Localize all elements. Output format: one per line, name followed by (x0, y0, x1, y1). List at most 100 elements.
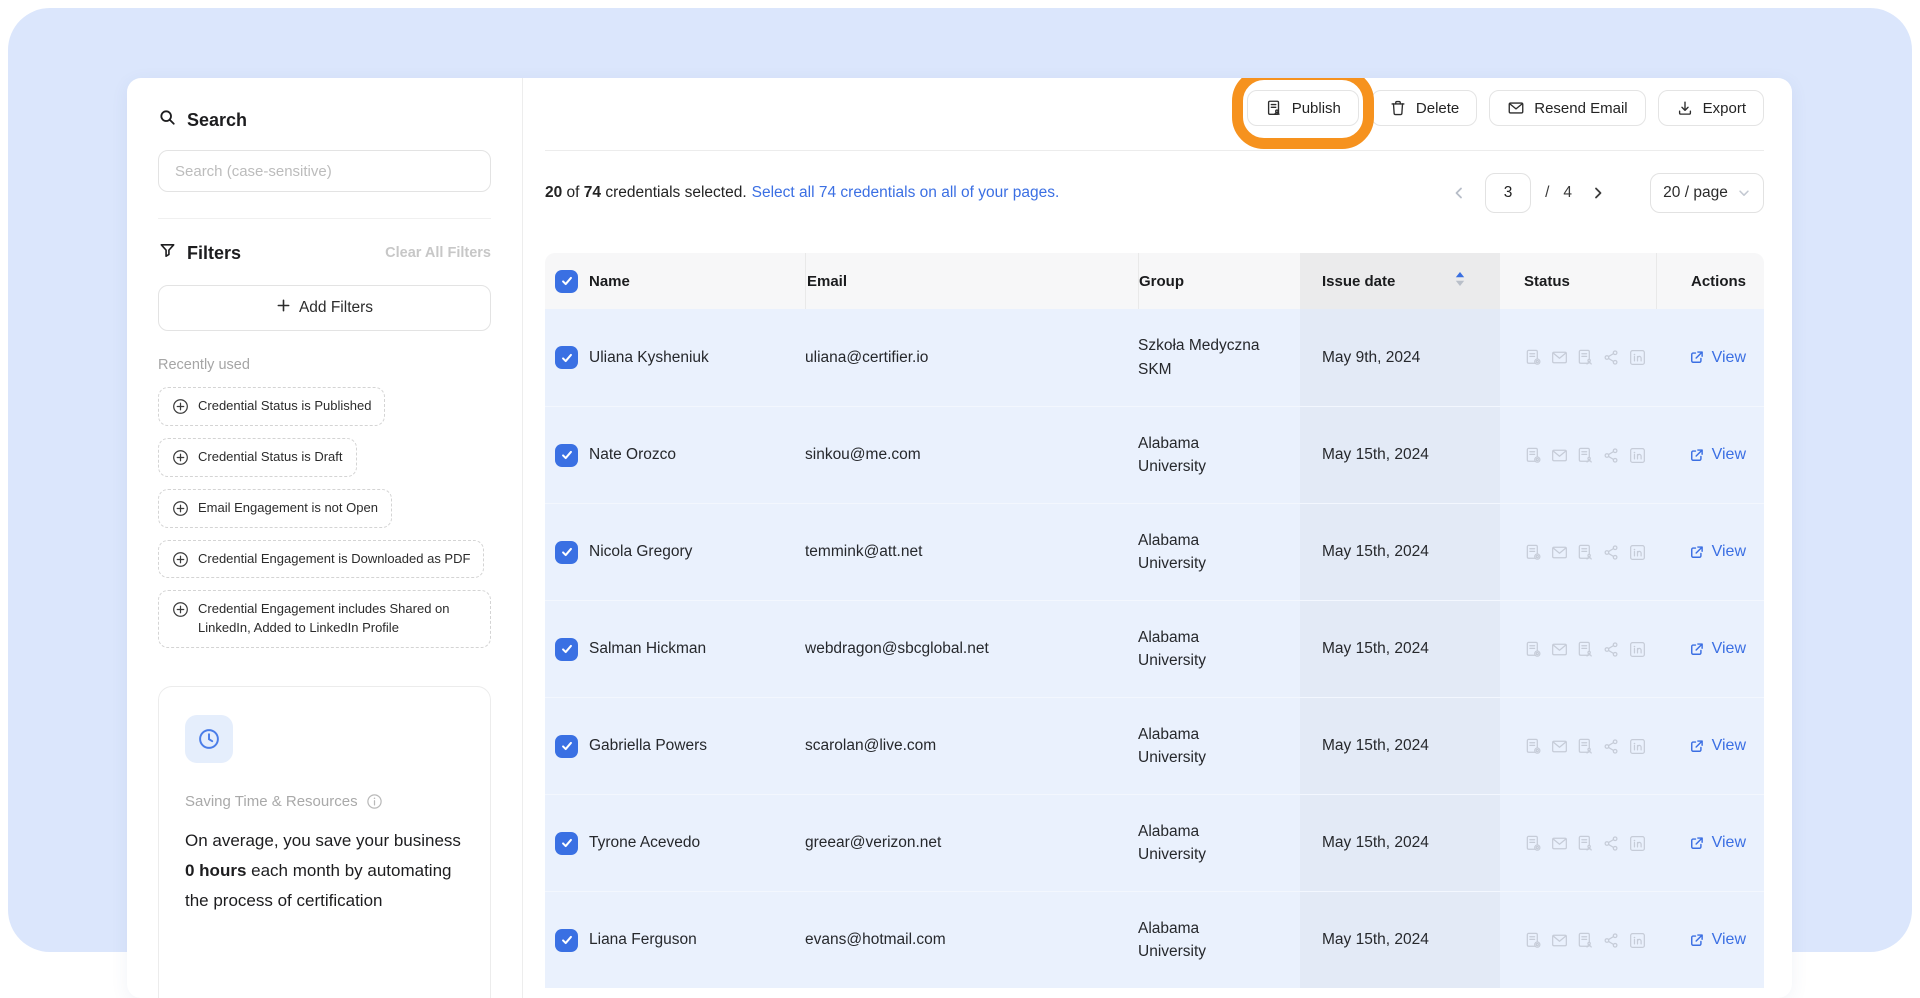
delete-button[interactable]: Delete (1371, 90, 1477, 126)
view-label: View (1712, 737, 1746, 755)
row-checkbox[interactable] (555, 541, 578, 564)
row-group: Alabama University (1138, 820, 1270, 867)
delete-label: Delete (1416, 100, 1459, 117)
linkedin-status-icon (1628, 834, 1647, 853)
row-email: uliana@certifier.io (805, 309, 1138, 406)
row-name: Nate Orozco (589, 407, 805, 503)
column-header-group[interactable]: Group (1138, 253, 1300, 309)
row-checkbox[interactable] (555, 832, 578, 855)
pagination: / 4 20 / page (1447, 173, 1764, 213)
row-issue-date: May 15th, 2024 (1300, 698, 1500, 794)
view-link[interactable]: View (1688, 640, 1746, 658)
email-status-icon (1550, 348, 1569, 367)
plus-circle-icon (172, 449, 189, 466)
page-number-input[interactable] (1485, 173, 1531, 213)
sort-icon[interactable] (1453, 270, 1467, 292)
column-header-email[interactable]: Email (805, 253, 1138, 309)
row-status (1500, 407, 1656, 503)
table-row: Salman Hickman webdragon@sbcglobal.net A… (545, 600, 1764, 697)
row-email: webdragon@sbcglobal.net (805, 601, 1138, 697)
plus-icon (276, 298, 291, 318)
row-issue-date: May 15th, 2024 (1300, 504, 1500, 600)
credential-status-icon (1524, 931, 1543, 950)
filter-chip[interactable]: Credential Engagement includes Shared on… (158, 590, 491, 648)
pdf-status-icon (1576, 931, 1595, 950)
email-status-icon (1550, 446, 1569, 465)
row-checkbox[interactable] (555, 444, 578, 467)
export-button[interactable]: Export (1658, 90, 1764, 126)
search-section-heading: Search (158, 108, 491, 132)
row-issue-date: May 15th, 2024 (1300, 795, 1500, 891)
row-group: Alabama University (1138, 432, 1270, 479)
row-checkbox[interactable] (555, 929, 578, 952)
external-link-icon (1688, 641, 1705, 658)
row-name: Uliana Kysheniuk (589, 309, 805, 406)
view-link[interactable]: View (1688, 446, 1746, 464)
selection-row: 20 of 74 credentials selected.Select all… (545, 171, 1764, 215)
publish-button[interactable]: Publish (1247, 90, 1359, 126)
search-title: Search (187, 110, 247, 131)
filter-chip[interactable]: Credential Engagement is Downloaded as P… (158, 540, 484, 579)
row-group: Alabama University (1138, 626, 1270, 673)
view-link[interactable]: View (1688, 931, 1746, 949)
row-email: greear@verizon.net (805, 795, 1138, 891)
row-checkbox[interactable] (555, 638, 578, 661)
credentials-table: Name Email Group Issue date Status Actio… (545, 253, 1764, 988)
view-link[interactable]: View (1688, 349, 1746, 367)
filter-chip-label: Credential Engagement includes Shared on… (198, 600, 477, 638)
row-email: temmink@att.net (805, 504, 1138, 600)
select-all-checkbox[interactable] (555, 270, 578, 293)
email-status-icon (1550, 737, 1569, 756)
pdf-status-icon (1576, 737, 1595, 756)
linkedin-status-icon (1628, 543, 1647, 562)
resend-email-button[interactable]: Resend Email (1489, 90, 1645, 126)
email-status-icon (1550, 543, 1569, 562)
row-status (1500, 892, 1656, 988)
download-icon (1676, 99, 1694, 117)
column-header-status[interactable]: Status (1500, 253, 1656, 309)
info-icon[interactable] (366, 793, 383, 810)
chevron-right-icon (1590, 185, 1606, 201)
row-email: sinkou@me.com (805, 407, 1138, 503)
check-icon (560, 836, 574, 850)
external-link-icon (1688, 544, 1705, 561)
view-link[interactable]: View (1688, 834, 1746, 852)
add-filters-button[interactable]: Add Filters (158, 285, 491, 331)
filter-chip[interactable]: Credential Status is Draft (158, 438, 357, 477)
row-checkbox[interactable] (555, 735, 578, 758)
page-size-select[interactable]: 20 / page (1650, 173, 1764, 213)
check-icon (560, 545, 574, 559)
filter-chip-label: Credential Status is Draft (198, 448, 343, 467)
external-link-icon (1688, 835, 1705, 852)
next-page-button[interactable] (1586, 181, 1610, 205)
column-header-name[interactable]: Name (589, 253, 805, 309)
plus-circle-icon (172, 601, 189, 618)
external-link-icon (1688, 447, 1705, 464)
pdf-status-icon (1576, 348, 1595, 367)
column-header-actions[interactable]: Actions (1656, 253, 1764, 309)
clear-all-filters-button[interactable]: Clear All Filters (385, 245, 491, 261)
selection-suffix-text: credentials selected. (601, 184, 747, 201)
search-input[interactable] (158, 150, 491, 192)
filter-chip[interactable]: Email Engagement is not Open (158, 489, 392, 528)
row-issue-date: May 9th, 2024 (1300, 309, 1500, 406)
row-issue-date: May 15th, 2024 (1300, 601, 1500, 697)
pdf-status-icon (1576, 640, 1595, 659)
mail-icon (1507, 99, 1525, 117)
table-row: Uliana Kysheniuk uliana@certifier.io Szk… (545, 309, 1764, 406)
filter-chip[interactable]: Credential Status is Published (158, 387, 385, 426)
view-link[interactable]: View (1688, 543, 1746, 561)
share-status-icon (1602, 640, 1621, 659)
share-status-icon (1602, 446, 1621, 465)
row-status (1500, 795, 1656, 891)
row-status (1500, 698, 1656, 794)
view-link[interactable]: View (1688, 737, 1746, 755)
column-header-issue-date[interactable]: Issue date (1300, 253, 1500, 309)
filters-section-heading: Filters Clear All Filters (158, 241, 491, 265)
prev-page-button[interactable] (1447, 181, 1471, 205)
linkedin-status-icon (1628, 737, 1647, 756)
page-size-value: 20 / page (1663, 184, 1728, 202)
select-all-link[interactable]: Select all 74 credentials on all of your… (752, 184, 1060, 201)
stats-text: On average, you save your business 0 hou… (185, 826, 464, 915)
row-checkbox[interactable] (555, 346, 578, 369)
